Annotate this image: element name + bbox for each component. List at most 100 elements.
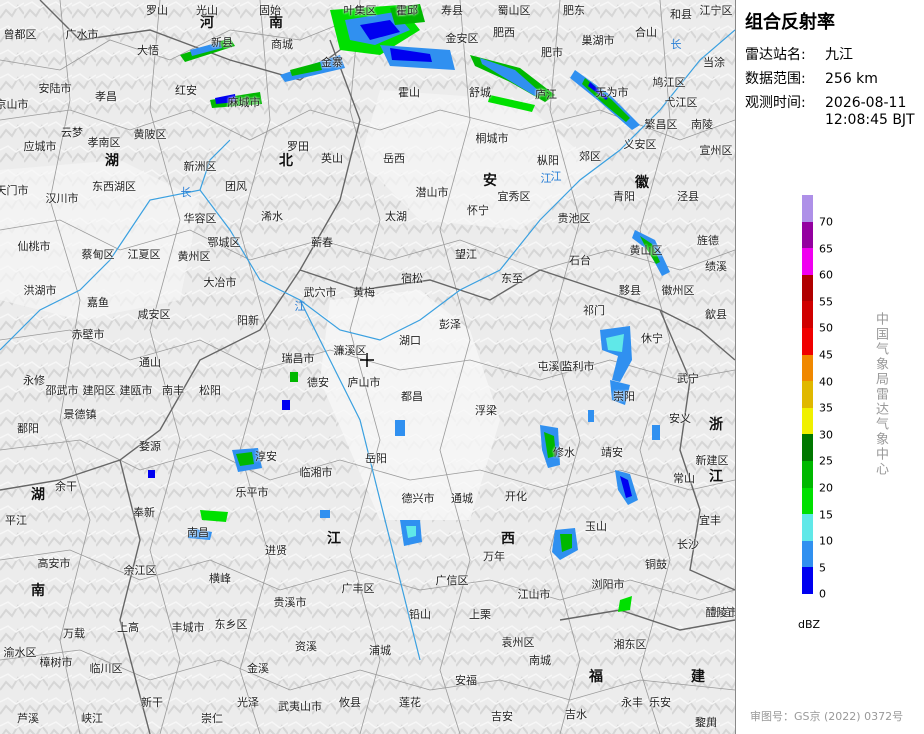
legend-value: 10 xyxy=(819,534,833,548)
place-label: 万年 xyxy=(483,550,505,563)
place-label: 常山 xyxy=(673,472,695,485)
place-label: 广信区 xyxy=(435,574,469,587)
legend-color-15 xyxy=(802,487,813,515)
place-label: 乐平市 xyxy=(235,486,269,499)
place-label: 濂溪区 xyxy=(333,344,367,357)
place-label: 新洲区 xyxy=(183,160,217,173)
place-label: 宜秀区 xyxy=(497,190,531,203)
place-label: 淳安 xyxy=(255,450,277,463)
center-credit: 中国气象局雷达气象中心 xyxy=(873,312,888,477)
place-label: 东至 xyxy=(501,272,523,285)
place-label: 通城 xyxy=(451,492,473,505)
legend-value: 5 xyxy=(819,561,826,575)
river-changjiang-2: 江 xyxy=(294,300,306,313)
place-label: 奉新 xyxy=(133,506,155,519)
place-label: 新建区 xyxy=(695,454,729,467)
place-label: 临湘市 xyxy=(299,466,333,479)
place-label: 浮梁 xyxy=(475,404,497,417)
place-label: 莲花 xyxy=(399,696,421,709)
province-anhui-an: 安 xyxy=(483,173,497,189)
place-label: 广水市 xyxy=(65,28,99,41)
place-label: 休宁 xyxy=(641,332,663,345)
place-label: 万载 xyxy=(63,627,85,640)
place-label: 团风 xyxy=(225,180,247,193)
place-label: 石台 xyxy=(569,254,591,267)
province-anhui-hui: 徽 xyxy=(635,175,649,191)
place-label: 上高 xyxy=(117,621,139,634)
place-label: 安义 xyxy=(669,412,691,425)
legend-color-50 xyxy=(802,301,813,328)
place-label: 麻城市 xyxy=(227,96,261,109)
place-label: 江宁区 xyxy=(699,4,733,17)
place-label: 罗田 xyxy=(287,140,309,153)
place-label: 东乡区 xyxy=(214,618,248,631)
place-label: 浏阳市 xyxy=(591,578,625,591)
place-label: 广丰区 xyxy=(341,582,375,595)
place-label: 建瓯市 xyxy=(119,384,153,397)
place-label: 安福 xyxy=(455,674,477,687)
station-value: 九江 xyxy=(825,47,853,63)
legend-value: 0 xyxy=(819,587,826,601)
place-label: 鸠江区 xyxy=(652,76,686,89)
place-label: 丰城市 xyxy=(171,621,205,634)
place-label: 通山 xyxy=(139,356,161,369)
place-label: 贵池区 xyxy=(557,212,591,225)
place-label: 庐山市 xyxy=(347,376,381,389)
place-label: 孝南区 xyxy=(87,136,121,149)
info-panel: 组合反射率 雷达站名: 九江 数据范围: 256 km 观测时间: 2026-08-1… xyxy=(736,0,924,734)
place-label: 大悟 xyxy=(137,44,159,57)
place-label: 无为市 xyxy=(595,86,629,99)
province-jiangxi-jiang: 江 xyxy=(327,531,341,547)
province-zhejiang-jiang: 江 xyxy=(709,469,723,485)
legend-value: 50 xyxy=(819,321,833,335)
province-jiangxi-xi: 西 xyxy=(501,531,515,547)
place-label: 繁昌区 xyxy=(644,118,678,131)
place-label: 大冶市 xyxy=(203,276,237,289)
place-label: 铅山 xyxy=(409,608,431,621)
place-label: 景德镇 xyxy=(63,408,97,421)
place-label: 瑞昌市 xyxy=(281,352,315,365)
range-value: 256 km xyxy=(825,71,878,87)
range-row: 数据范围: 256 km xyxy=(745,68,878,88)
map-graphics xyxy=(0,0,735,734)
place-label: 靖安 xyxy=(601,446,623,459)
legend-color-0 xyxy=(802,567,813,594)
legend-value: 55 xyxy=(819,295,833,309)
place-label: 铜鼓 xyxy=(645,558,667,571)
place-label: 赤壁市 xyxy=(71,328,105,341)
place-label: 吉安 xyxy=(491,710,513,723)
place-label: 建阳区 xyxy=(82,384,116,397)
place-label: 商城 xyxy=(271,38,293,51)
place-label: 贵溪市 xyxy=(273,596,307,609)
legend-value: 20 xyxy=(819,481,833,495)
time-clock: 12:08:45 BJT xyxy=(825,112,915,128)
legend-unit: dBZ xyxy=(798,618,821,631)
province-hunan-nan: 南 xyxy=(31,583,45,599)
place-label: 金寨 xyxy=(321,56,343,69)
place-label: 长沙 xyxy=(677,538,699,551)
place-label: 湘东区 xyxy=(613,638,647,651)
place-label: 渝水区 xyxy=(3,646,37,659)
place-label: 新干 xyxy=(141,696,163,709)
radar-map[interactable]: 长江江长江 河南湖北安徽浙江江西湖南福建 罗山 光山 固始 叶集区 霍邱 寿县 金安区 蜀山区… xyxy=(0,0,736,734)
place-label: 怀宁 xyxy=(467,204,489,217)
range-label: 数据范围: xyxy=(745,71,806,87)
place-label: 永修 xyxy=(23,374,45,387)
place-label: 徽州区 xyxy=(661,284,695,297)
place-label: 永丰 xyxy=(621,696,643,709)
legend-value: 25 xyxy=(819,454,833,468)
place-label: 峡江 xyxy=(81,712,103,725)
legend-color-30 xyxy=(802,407,813,435)
place-label: 合山 xyxy=(635,26,657,39)
time-row: 观测时间: 2026-08-11 xyxy=(745,92,906,112)
place-label: 桐城市 xyxy=(475,132,509,145)
place-label: 芦溪 xyxy=(17,712,39,725)
place-label: 汉川市 xyxy=(45,192,79,205)
place-label: 修水 xyxy=(553,446,575,459)
place-label: 监利市 xyxy=(561,360,595,373)
place-label: 武穴市 xyxy=(303,286,337,299)
place-label: 横峰 xyxy=(209,572,231,585)
place-label: 安陆市 xyxy=(38,82,72,95)
station-label: 雷达站名: xyxy=(745,47,806,63)
place-label: 红安 xyxy=(175,84,197,97)
